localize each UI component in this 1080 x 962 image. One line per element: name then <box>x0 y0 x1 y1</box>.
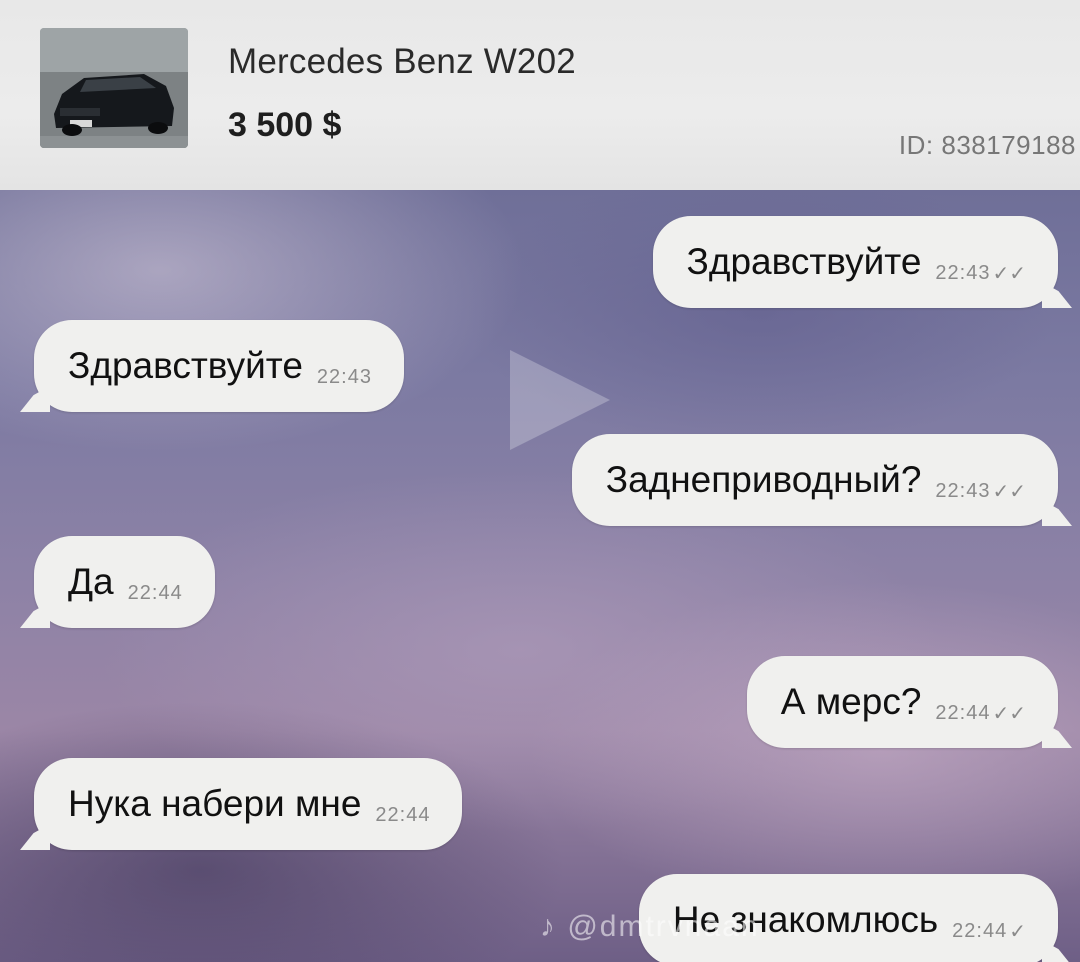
message-time: 22:43 <box>935 479 991 502</box>
read-checkmark-icon: ✓✓ <box>992 480 1026 503</box>
listing-thumbnail[interactable] <box>40 28 188 148</box>
tiktok-icon: ♪ <box>540 910 568 943</box>
message-bubble-outgoing[interactable]: Заднеприводный? 22:43 ✓✓ <box>571 434 1058 526</box>
message-text: Да <box>68 561 114 602</box>
listing-id: ID: 838179188 <box>898 130 1076 160</box>
message-time: 22:44 <box>127 581 183 604</box>
listing-price: 3 500 $ <box>228 106 342 144</box>
message-time: 22:44 <box>952 919 1008 942</box>
watermark: ♪ @dmtrvnaan <box>540 910 760 944</box>
chat-area[interactable]: Здравствуйте 22:43 ✓✓ Здравствуйте 22:43… <box>0 190 1080 962</box>
message-text: Здравствуйте <box>68 345 303 386</box>
message-bubble-outgoing[interactable]: А мерс? 22:44 ✓✓ <box>746 656 1058 748</box>
car-photo-icon <box>40 28 188 148</box>
message-time: 22:43 <box>935 261 991 284</box>
message-text: А мерс? <box>780 681 922 722</box>
message-text: Нука набери мне <box>68 783 362 824</box>
watermark-text: @dmtrvnaan <box>567 910 760 943</box>
listing-header[interactable]: Mercedes Benz W202 3 500 $ ID: 838179188 <box>0 0 1080 190</box>
chat-screen: Mercedes Benz W202 3 500 $ ID: 838179188… <box>0 0 1080 962</box>
read-checkmark-icon: ✓✓ <box>992 262 1026 285</box>
message-bubble-incoming[interactable]: Нука набери мне 22:44 <box>34 758 463 850</box>
listing-title: Mercedes Benz W202 <box>228 42 576 81</box>
message-bubble-incoming[interactable]: Здравствуйте 22:43 <box>34 320 404 412</box>
sent-checkmark-icon: ✓ <box>1009 920 1026 943</box>
message-text: Здравствуйте <box>686 241 922 282</box>
read-checkmark-icon: ✓✓ <box>992 702 1026 725</box>
message-bubble-incoming[interactable]: Да 22:44 <box>34 536 215 628</box>
message-text: Заднеприводный? <box>605 459 922 500</box>
message-time: 22:44 <box>935 701 991 724</box>
message-time: 22:44 <box>375 803 431 826</box>
message-time: 22:43 <box>316 365 372 388</box>
message-bubble-outgoing[interactable]: Здравствуйте 22:43 ✓✓ <box>652 216 1058 308</box>
